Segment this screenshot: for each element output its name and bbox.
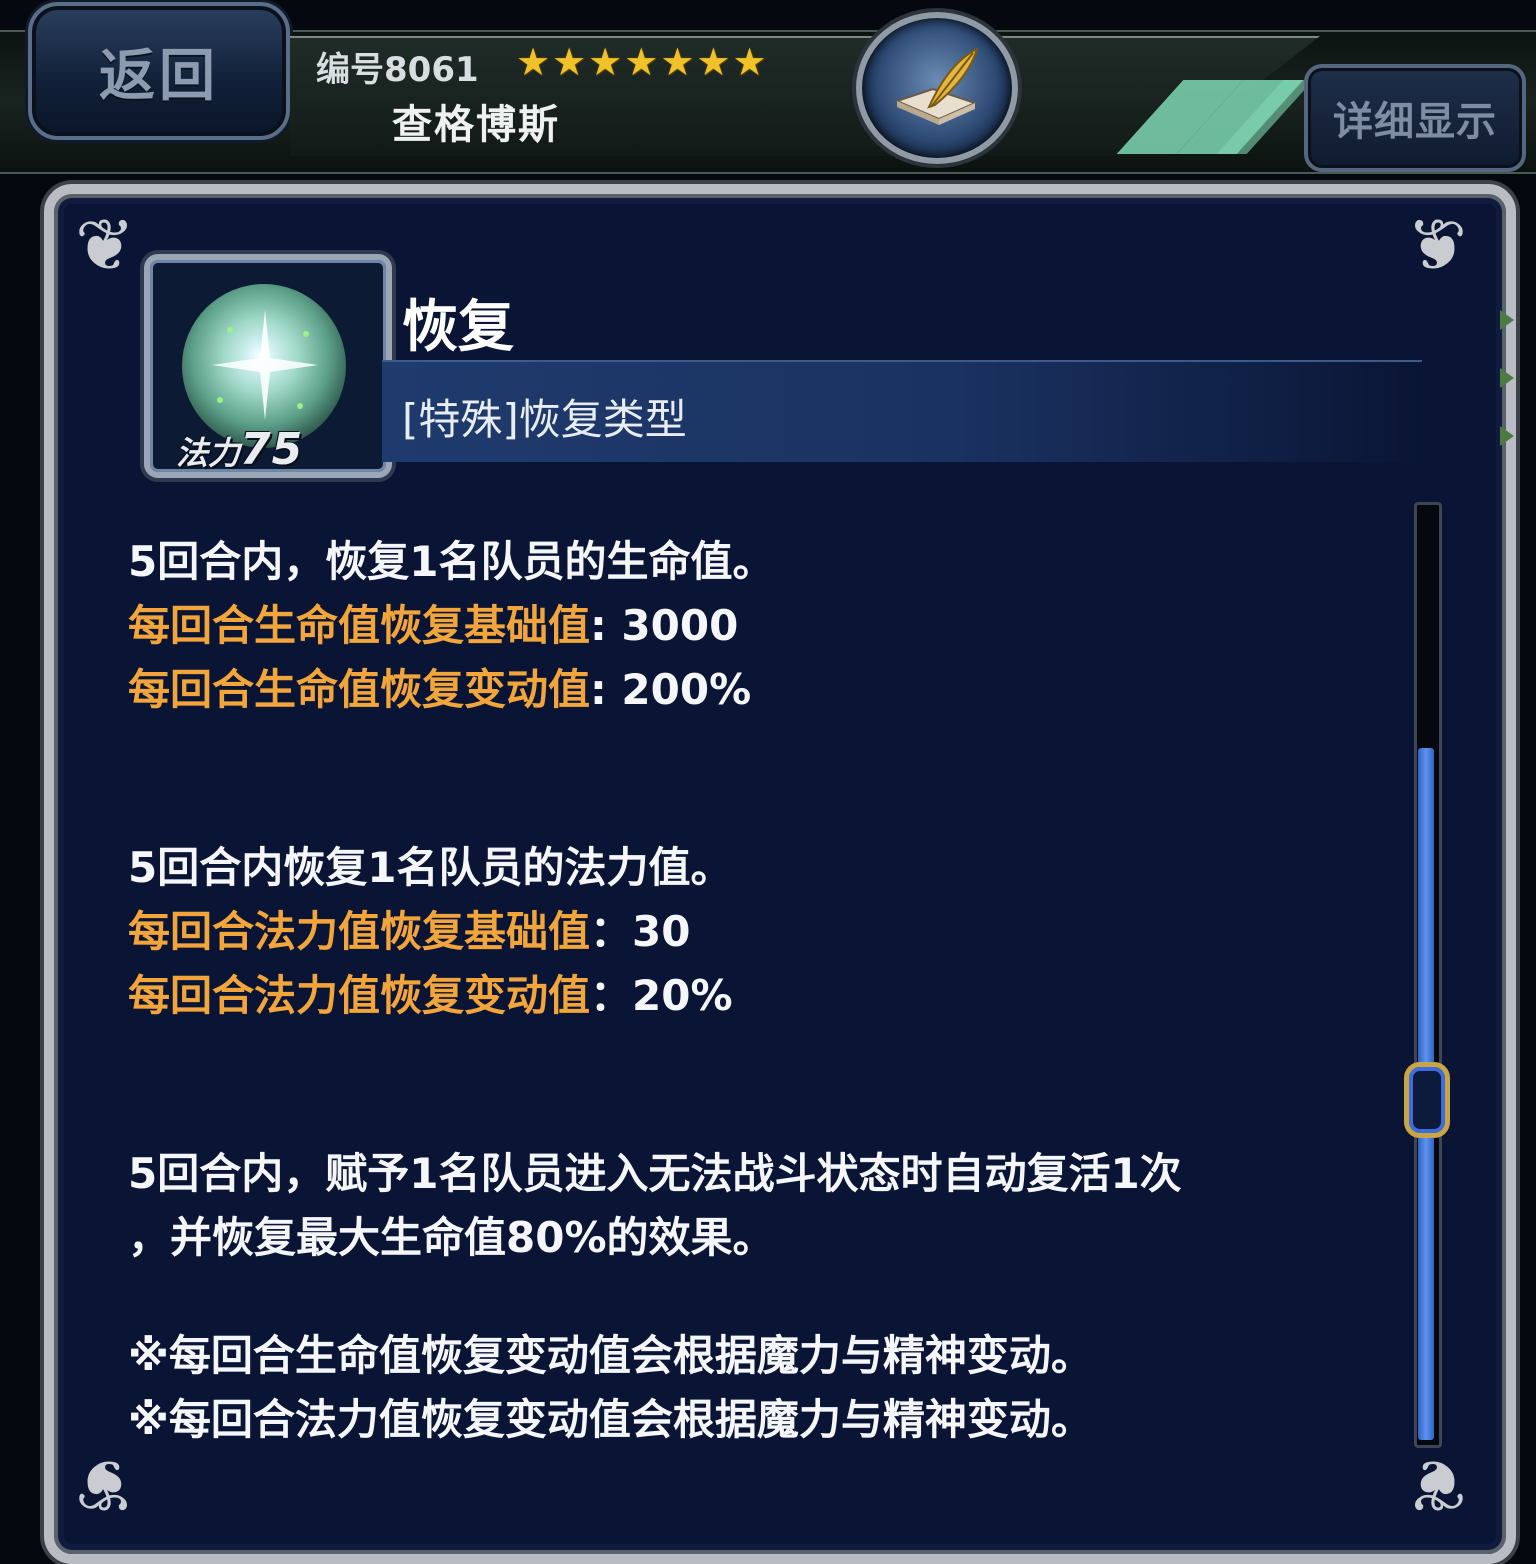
star-icon: ★ bbox=[588, 40, 623, 84]
character-name: 查格博斯 bbox=[392, 102, 560, 148]
star-icon: ★ bbox=[552, 40, 587, 84]
sparkle-icon bbox=[212, 310, 318, 420]
star-icon: ★ bbox=[624, 40, 659, 84]
arrow-right-icon bbox=[1500, 310, 1514, 330]
description-text: 5回合内，赋予1名队员进入无法战斗状态时自动复活1次 bbox=[128, 1149, 1182, 1198]
description-text: 5回合内恢复1名队员的法力值。 bbox=[128, 843, 733, 892]
star-icon: ★ bbox=[516, 40, 551, 84]
mp-cost-label: 法力 bbox=[176, 434, 241, 472]
mp-cost: 法力75 bbox=[176, 424, 303, 475]
ornament-icon: ❦ bbox=[74, 1443, 136, 1527]
stat-value: ：30 bbox=[590, 907, 691, 956]
star-icon: ★ bbox=[732, 40, 767, 84]
mp-cost-value: 75 bbox=[240, 424, 304, 475]
detail-display-button[interactable]: 详细显示 bbox=[1304, 64, 1526, 172]
note-text: ※每回合法力值恢复变动值会根据魔力与精神变动。 bbox=[128, 1395, 1093, 1444]
note-text: ※每回合生命值恢复变动值会根据魔力与精神变动。 bbox=[128, 1331, 1093, 1380]
detail-display-label: 详细显示 bbox=[1333, 99, 1497, 145]
stat-line: 每回合生命值恢复基础值: 3000 bbox=[128, 594, 1388, 658]
stat-value: ：20% bbox=[590, 971, 733, 1020]
stat-key: 每回合生命值恢复基础值 bbox=[128, 601, 591, 650]
skill-name: 恢复 bbox=[402, 295, 514, 360]
ornament-icon: ❦ bbox=[74, 203, 136, 287]
stat-line: 每回合法力值恢复变动值：20% bbox=[128, 964, 1388, 1028]
description-notes: ※每回合生命值恢复变动值会根据魔力与精神变动。 ※每回合法力值恢复变动值会根据魔… bbox=[128, 1324, 1388, 1452]
rarity-stars: ★ ★ ★ ★ ★ ★ ★ bbox=[516, 40, 767, 84]
book-quill-icon bbox=[856, 12, 1018, 164]
description-text: ，并恢复最大生命值80%的效果。 bbox=[128, 1213, 775, 1262]
arrow-right-icon bbox=[1500, 368, 1514, 388]
back-button-label: 返回 bbox=[99, 43, 219, 109]
ornament-icon: ❦ bbox=[1406, 1443, 1468, 1527]
star-icon: ★ bbox=[696, 40, 731, 84]
stat-key: 每回合法力值恢复基础值 bbox=[128, 907, 591, 956]
description-block-3: 5回合内，赋予1名队员进入无法战斗状态时自动复活1次 ，并恢复最大生命值80%的… bbox=[128, 1142, 1388, 1270]
description-text: 5回合内，恢复1名队员的生命值。 bbox=[128, 537, 775, 586]
scrollbar-thumb[interactable] bbox=[1404, 1062, 1450, 1138]
ornament-icon: ❦ bbox=[1406, 203, 1468, 287]
skill-type: [特殊]恢复类型 bbox=[402, 395, 687, 444]
character-id: 编号8061 bbox=[316, 50, 479, 90]
arrow-right-icon bbox=[1500, 426, 1514, 446]
stat-value: : 3000 bbox=[590, 601, 739, 650]
description-block-2: 5回合内恢复1名队员的法力值。 每回合法力值恢复基础值：30 每回合法力值恢复变… bbox=[128, 836, 1388, 1028]
stat-line: 每回合法力值恢复基础值：30 bbox=[128, 900, 1388, 964]
stat-key: 每回合生命值恢复变动值 bbox=[128, 665, 591, 714]
star-icon: ★ bbox=[660, 40, 695, 84]
back-button[interactable]: 返回 bbox=[28, 2, 290, 140]
stat-key: 每回合法力值恢复变动值 bbox=[128, 971, 591, 1020]
stat-value: : 200% bbox=[590, 665, 752, 714]
description-block-1: 5回合内，恢复1名队员的生命值。 每回合生命值恢复基础值: 3000 每回合生命… bbox=[128, 530, 1388, 722]
stat-line: 每回合生命值恢复变动值: 200% bbox=[128, 658, 1388, 722]
